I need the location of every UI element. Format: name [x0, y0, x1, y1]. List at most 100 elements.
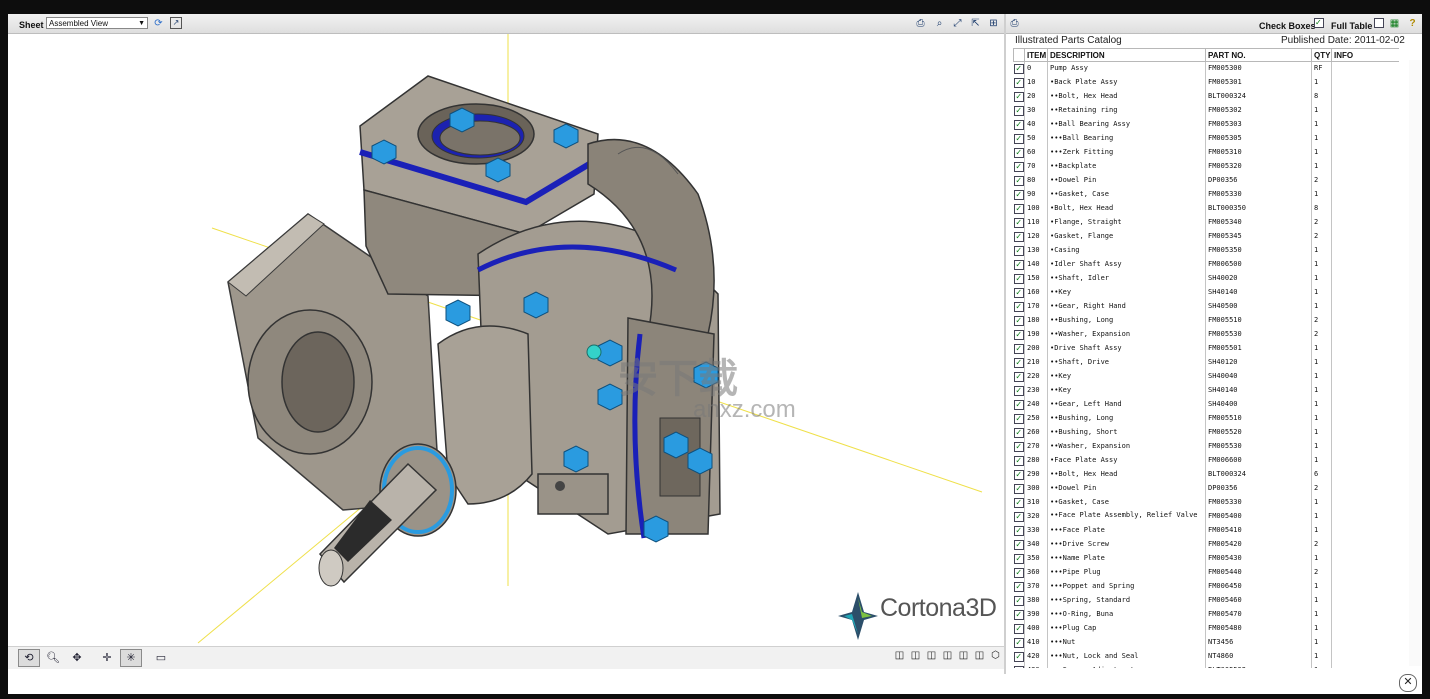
row-checkbox[interactable]: ✓	[1013, 372, 1024, 382]
expand-icon[interactable]: ⊞	[987, 17, 1000, 30]
column-header-qty[interactable]: QTY	[1311, 48, 1332, 62]
pan-button[interactable]: ✥	[66, 649, 88, 667]
row-checkbox[interactable]: ✓	[1013, 554, 1024, 564]
view-front-icon[interactable]: ◫	[894, 650, 905, 661]
row-checkbox[interactable]: ✓	[1013, 470, 1024, 480]
table-row[interactable]: ✓ 130 •Casing FM005350 1	[1013, 244, 1399, 258]
table-row[interactable]: ✓ 200 •Drive Shaft Assy FM005501 1	[1013, 342, 1399, 356]
column-header-item[interactable]: ITEM	[1024, 48, 1048, 62]
row-checkbox[interactable]: ✓	[1013, 498, 1024, 508]
table-row[interactable]: ✓ 120 •Gasket, Flange FM005345 2	[1013, 230, 1399, 244]
table-row[interactable]: ✓ 320 ••Face Plate Assembly, Relief Valve F…	[1013, 510, 1399, 524]
zoom-button[interactable]: 🔍︎	[42, 649, 64, 667]
row-checkbox[interactable]: ✓	[1013, 414, 1024, 424]
table-row[interactable]: ✓ 70 ••Backplate FM005320 1	[1013, 160, 1399, 174]
table-row[interactable]: ✓ 90 ••Gasket, Case FM005330 1	[1013, 188, 1399, 202]
table-row[interactable]: ✓ 400 •••Plug Cap FM005480 1	[1013, 622, 1399, 636]
table-row[interactable]: ✓ 160 ••Key SH40140 1	[1013, 286, 1399, 300]
row-checkbox[interactable]: ✓	[1013, 162, 1024, 172]
table-row[interactable]: ✓ 60 •••Zerk Fitting FM005310 1	[1013, 146, 1399, 160]
sheet-select[interactable]: Assembled View ▼	[46, 17, 148, 29]
select-point-button[interactable]: ✛	[96, 649, 118, 667]
table-row[interactable]: ✓ 350 •••Name Plate FM005430 1	[1013, 552, 1399, 566]
view-right-icon[interactable]: ◫	[942, 650, 953, 661]
help-icon[interactable]: ?	[1406, 17, 1419, 30]
row-checkbox[interactable]: ✓	[1013, 274, 1024, 284]
view-back-icon[interactable]: ◫	[910, 650, 921, 661]
row-checkbox[interactable]: ✓	[1013, 190, 1024, 200]
row-checkbox[interactable]: ✓	[1013, 652, 1024, 662]
row-checkbox[interactable]: ✓	[1013, 232, 1024, 242]
row-checkbox[interactable]: ✓	[1013, 386, 1024, 396]
table-row[interactable]: ✓ 240 ••Gear, Left Hand SH40400 1	[1013, 398, 1399, 412]
table-row[interactable]: ✓ 230 ••Key SH40140 1	[1013, 384, 1399, 398]
row-checkbox[interactable]: ✓	[1013, 78, 1024, 88]
table-row[interactable]: ✓ 100 •Bolt, Hex Head BLT000350 8	[1013, 202, 1399, 216]
close-icon[interactable]: ✕	[1399, 674, 1417, 692]
table-row[interactable]: ✓ 140 •Idler Shaft Assy FM006500 1	[1013, 258, 1399, 272]
excel-export-icon[interactable]: ▦	[1388, 17, 1401, 30]
row-checkbox[interactable]: ✓	[1013, 246, 1024, 256]
table-row[interactable]: ✓ 300 ••Dowel Pin DP00356 2	[1013, 482, 1399, 496]
column-header-info[interactable]: INFO	[1331, 48, 1399, 62]
row-checkbox[interactable]: ✓	[1013, 302, 1024, 312]
table-row[interactable]: ✓ 250 ••Bushing, Long FM005510 1	[1013, 412, 1399, 426]
table-row[interactable]: ✓ 210 ••Shaft, Drive SH40120 1	[1013, 356, 1399, 370]
table-row[interactable]: ✓ 170 ••Gear, Right Hand SH40500 1	[1013, 300, 1399, 314]
table-row[interactable]: ✓ 50 •••Ball Bearing FM005305 1	[1013, 132, 1399, 146]
table-row[interactable]: ✓ 260 ••Bushing, Short FM005520 1	[1013, 426, 1399, 440]
pump-model[interactable]	[8, 34, 1004, 646]
row-checkbox[interactable]: ✓	[1013, 92, 1024, 102]
row-checkbox[interactable]: ✓	[1013, 260, 1024, 270]
print-icon[interactable]: ⎙	[914, 17, 927, 30]
table-row[interactable]: ✓ 290 ••Bolt, Hex Head BLT000324 6	[1013, 468, 1399, 482]
row-checkbox[interactable]: ✓	[1013, 638, 1024, 648]
check-boxes-toggle[interactable]: ✓	[1314, 18, 1324, 28]
row-checkbox[interactable]: ✓	[1013, 344, 1024, 354]
row-checkbox[interactable]: ✓	[1013, 358, 1024, 368]
table-row[interactable]: ✓ 370 •••Poppet and Spring FM006450 1	[1013, 580, 1399, 594]
zoom-region-icon[interactable]: ⌕	[933, 17, 946, 30]
row-checkbox[interactable]: ✓	[1013, 64, 1024, 74]
table-row[interactable]: ✓ 380 •••Spring, Standard FM005460 1	[1013, 594, 1399, 608]
row-checkbox[interactable]: ✓	[1013, 134, 1024, 144]
table-row[interactable]: ✓ 10 •Back Plate Assy FM005301 1	[1013, 76, 1399, 90]
table-row[interactable]: ✓430•••Screw, AdjustmentBLT0055321	[1013, 664, 1399, 668]
frame-button[interactable]: ▭	[150, 649, 172, 667]
row-checkbox[interactable]: ✓	[1013, 176, 1024, 186]
table-row[interactable]: ✓ 180 ••Bushing, Long FM005510 2	[1013, 314, 1399, 328]
row-checkbox[interactable]: ✓	[1013, 568, 1024, 578]
refresh-icon[interactable]: ⟳	[152, 17, 165, 30]
row-checkbox[interactable]: ✓	[1013, 666, 1024, 668]
table-row[interactable]: ✓ 410 •••Nut NT3456 1	[1013, 636, 1399, 650]
table-row[interactable]: ✓ 110 •Flange, Straight FM005340 2	[1013, 216, 1399, 230]
row-checkbox[interactable]: ✓	[1013, 526, 1024, 536]
fit-all-icon[interactable]: ⇱	[969, 17, 982, 30]
print-table-icon[interactable]: ⎙	[1008, 17, 1021, 30]
export-image-icon[interactable]: ↗	[170, 17, 182, 29]
table-row[interactable]: ✓ 80 ••Dowel Pin DP00356 2	[1013, 174, 1399, 188]
vertical-scrollbar[interactable]	[1409, 60, 1421, 666]
rotate-button[interactable]: ⟲	[18, 649, 40, 667]
table-row[interactable]: ✓ 0 Pump Assy FM005300 RF	[1013, 61, 1399, 76]
row-checkbox[interactable]: ✓	[1013, 428, 1024, 438]
row-checkbox[interactable]: ✓	[1013, 456, 1024, 466]
full-table-toggle[interactable]	[1374, 18, 1384, 28]
row-checkbox[interactable]: ✓	[1013, 120, 1024, 130]
row-checkbox[interactable]: ✓	[1013, 610, 1024, 620]
row-checkbox[interactable]: ✓	[1013, 596, 1024, 606]
table-row[interactable]: ✓ 30 ••Retaining ring FM005302 1	[1013, 104, 1399, 118]
view-iso-icon[interactable]: ⬡	[990, 650, 1001, 661]
table-row[interactable]: ✓ 340 •••Drive Screw FM005420 2	[1013, 538, 1399, 552]
table-row[interactable]: ✓ 150 ••Shaft, Idler SH40020 1	[1013, 272, 1399, 286]
fit-selection-icon[interactable]: ⤢	[951, 17, 964, 30]
row-checkbox[interactable]: ✓	[1013, 442, 1024, 452]
column-header-part-no[interactable]: PART NO.	[1205, 48, 1312, 62]
panel-divider[interactable]	[1004, 14, 1006, 674]
view-top-icon[interactable]: ◫	[958, 650, 969, 661]
table-row[interactable]: ✓ 390 •••O-Ring, Buna FM005470 1	[1013, 608, 1399, 622]
row-checkbox[interactable]: ✓	[1013, 148, 1024, 158]
table-row[interactable]: ✓ 270 ••Washer, Expansion FM005530 1	[1013, 440, 1399, 454]
row-checkbox[interactable]: ✓	[1013, 330, 1024, 340]
table-row[interactable]: ✓ 40 ••Ball Bearing Assy FM005303 1	[1013, 118, 1399, 132]
